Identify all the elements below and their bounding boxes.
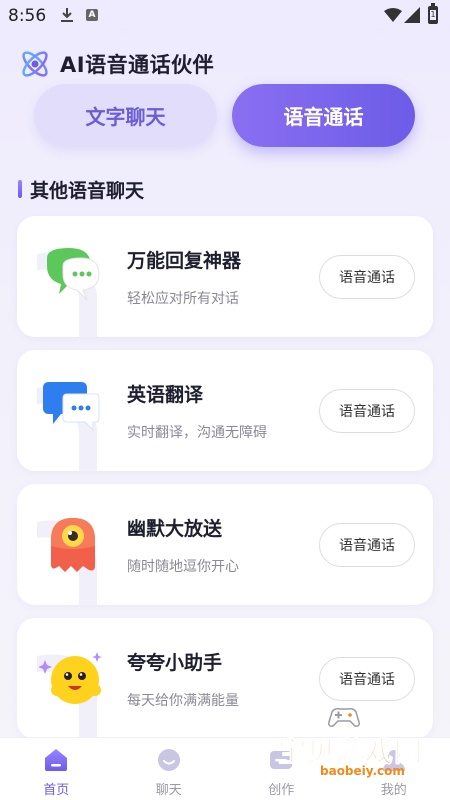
status-time: 8:56 [8, 6, 47, 26]
section-accent-bar [18, 180, 22, 198]
section-title: 其他语音聊天 [30, 179, 145, 202]
nav-label: 聊天 [155, 783, 182, 798]
notification-a-icon: A [86, 9, 98, 21]
voice-call-button[interactable]: 语音通话 [319, 657, 415, 701]
status-bar: 8:56 A 1 [0, 0, 450, 32]
card-title: 幽默大放送 [127, 518, 223, 540]
nav-label: 首页 [43, 783, 70, 798]
card-subtitle: 每天给你满满能量 [127, 693, 239, 709]
signal-icon [404, 7, 420, 23]
app-header: AI语音通话伙伴 [18, 44, 214, 84]
card-subtitle: 实时翻译，沟通无障碍 [127, 425, 267, 441]
list-item-praise-assistant[interactable]: 夸夸小助手 每天给你满满能量 语音通话 [17, 618, 433, 739]
atom-logo-icon [22, 51, 48, 77]
home-icon [45, 749, 68, 771]
voice-call-button[interactable]: 语音通话 [319, 523, 415, 567]
nav-label: 创作 [268, 783, 295, 798]
red-monster-icon [51, 518, 95, 572]
battery-icon: 1 [428, 3, 438, 24]
voice-call-button[interactable]: 语音通话 [319, 389, 415, 433]
tab-voice-call[interactable]: 语音通话 [232, 84, 415, 147]
profile-icon [382, 750, 405, 771]
nav-item-home[interactable]: 首页 [0, 738, 113, 800]
bottom-nav: 首页 聊天 创作 我的 [0, 737, 450, 800]
nav-label: 我的 [380, 783, 407, 798]
list-item-english-translation[interactable]: 英语翻译 实时翻译，沟通无障碍 语音通话 [17, 350, 433, 471]
tab-text-chat[interactable]: 文字聊天 [34, 84, 217, 147]
list-item-humor[interactable]: 幽默大放送 随时随地逗你开心 语音通话 [17, 484, 433, 605]
nav-item-create[interactable]: 创作 [225, 738, 338, 800]
create-icon [270, 751, 293, 769]
nav-item-chat[interactable]: 聊天 [113, 738, 226, 800]
card-title: 万能回复神器 [127, 250, 242, 272]
download-icon [61, 8, 73, 22]
card-title: 夸夸小助手 [127, 652, 223, 674]
green-chat-bubble-icon [47, 248, 100, 301]
voice-call-button[interactable]: 语音通话 [319, 255, 415, 299]
blue-chat-bubble-icon [43, 382, 100, 432]
chat-icon [157, 749, 180, 771]
page-title: AI语音通话伙伴 [60, 53, 215, 77]
wifi-icon [384, 8, 402, 22]
list-item-universal-reply[interactable]: 万能回复神器 轻松应对所有对话 语音通话 [17, 216, 433, 337]
nav-item-profile[interactable]: 我的 [338, 738, 450, 800]
card-subtitle: 轻松应对所有对话 [127, 291, 239, 307]
card-subtitle: 随时随地逗你开心 [127, 559, 239, 575]
section-header: 其他语音聊天 [18, 176, 144, 202]
card-title: 英语翻译 [127, 384, 204, 406]
yellow-smiley-icon [39, 652, 102, 704]
